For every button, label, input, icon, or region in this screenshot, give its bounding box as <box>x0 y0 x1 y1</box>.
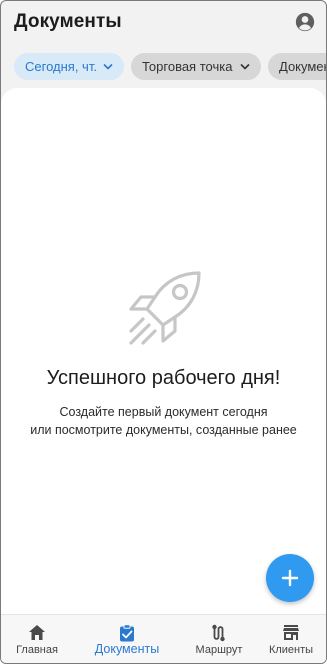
empty-state-title: Успешного рабочего дня! <box>46 367 281 389</box>
store-filter-label: Торговая точка <box>142 59 233 74</box>
date-filter-label: Сегодня, чт. <box>25 59 97 74</box>
create-document-button[interactable] <box>266 554 314 602</box>
nav-item-home[interactable]: Главная <box>1 615 73 663</box>
empty-state-subtitle: Создайте первый документ сегодня или пос… <box>1 403 326 439</box>
documents-list-sheet <box>1 88 326 615</box>
rocket-icon <box>129 271 201 345</box>
nav-item-clients[interactable]: Клиенты <box>259 615 323 663</box>
clipboard-check-icon <box>120 624 134 642</box>
filter-chips: Сегодня, чт. Торговая точка Докумен <box>14 53 326 80</box>
empty-state-subtitle-line: Создайте первый документ сегодня <box>59 405 268 419</box>
document-type-filter-chip[interactable]: Докумен <box>268 53 326 80</box>
app-frame: Документы Сегодня, чт. Торговая точка До… <box>0 0 327 664</box>
nav-label: Документы <box>94 642 160 656</box>
nav-item-documents[interactable]: Документы <box>88 615 166 663</box>
store-icon <box>283 625 299 640</box>
chevron-down-icon <box>103 63 113 70</box>
date-filter-chip[interactable]: Сегодня, чт. <box>14 53 124 80</box>
empty-state-subtitle-line: или посмотрите документы, созданные ране… <box>30 423 297 437</box>
plus-icon <box>281 569 299 587</box>
nav-label: Клиенты <box>268 644 314 656</box>
route-icon <box>212 624 225 642</box>
nav-item-route[interactable]: Маршрут <box>185 615 253 663</box>
page-title: Документы <box>14 11 122 32</box>
home-icon <box>29 625 45 640</box>
store-filter-chip[interactable]: Торговая точка <box>131 53 261 80</box>
account-circle-icon[interactable] <box>295 12 315 32</box>
header: Документы <box>1 1 326 45</box>
nav-label: Главная <box>16 644 58 656</box>
bottom-navigation: Главная Документы Маршрут Клиенты <box>1 614 326 663</box>
nav-label: Маршрут <box>195 644 243 656</box>
chevron-down-icon <box>240 63 250 70</box>
document-type-filter-label: Докумен <box>279 59 326 74</box>
